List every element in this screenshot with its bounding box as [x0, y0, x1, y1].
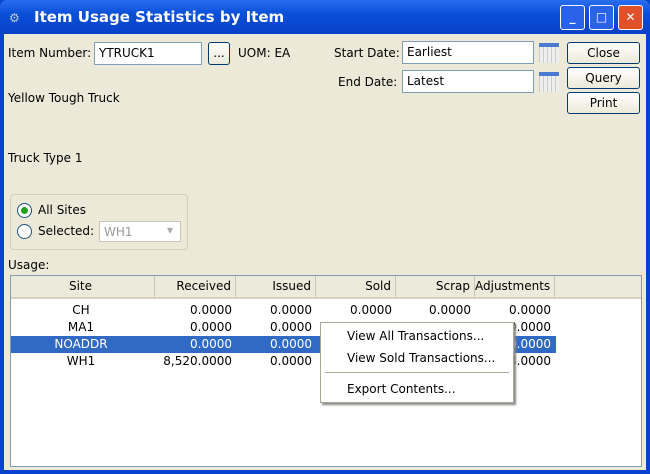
menu-separator: [325, 372, 509, 373]
dialog-body: Item Number: YTRUCK1 ... UOM: EA Start D…: [4, 34, 646, 470]
query-button[interactable]: Query: [567, 67, 640, 89]
site-selection-group: All Sites Selected: WH1 ▾: [10, 194, 188, 250]
table-cell: 0.0000: [270, 354, 312, 368]
table-cell: 0.0000: [270, 303, 312, 317]
column-header[interactable]: Sold: [316, 276, 396, 297]
all-sites-label: All Sites: [38, 203, 86, 217]
minimize-button[interactable]: _: [560, 5, 585, 30]
item-description-2: Truck Type 1: [8, 151, 83, 165]
table-cell: NOADDR: [54, 337, 108, 351]
selected-site-label: Selected:: [38, 224, 95, 238]
table-cell: 0.0000: [429, 303, 471, 317]
table-cell: 0.0000: [190, 320, 232, 334]
close-window-button[interactable]: ✕: [618, 5, 643, 30]
menu-item-view-all-transactions[interactable]: View All Transactions...: [347, 326, 484, 346]
start-date-input[interactable]: Earliest: [402, 41, 534, 64]
print-button[interactable]: Print: [567, 92, 640, 114]
table-row[interactable]: CH 0.0000 0.0000 0.0000 0.0000 0.0000: [11, 302, 556, 319]
maximize-button[interactable]: □: [589, 5, 614, 30]
item-description-1: Yellow Tough Truck: [8, 91, 120, 105]
usage-label: Usage:: [8, 258, 50, 272]
menu-item-view-sold-transactions[interactable]: View Sold Transactions...: [347, 348, 495, 368]
end-date-input[interactable]: Latest: [402, 70, 534, 93]
item-number-label: Item Number:: [8, 46, 92, 60]
column-header[interactable]: Site: [11, 276, 155, 297]
table-cell: 0.0000: [190, 337, 232, 351]
context-menu: View All Transactions... View Sold Trans…: [320, 322, 514, 403]
app-icon: ⚙: [9, 11, 20, 25]
title-bar[interactable]: ⚙ Item Usage Statistics by Item _ □ ✕: [0, 0, 650, 34]
column-header[interactable]: Issued: [236, 276, 316, 297]
table-cell: 0.0000: [350, 303, 392, 317]
table-cell: 0.0000: [509, 303, 551, 317]
table-cell: 0.0000: [270, 320, 312, 334]
window-title: Item Usage Statistics by Item: [34, 8, 285, 26]
uom-label: UOM: EA: [238, 46, 291, 60]
item-lookup-button[interactable]: ...: [208, 42, 230, 65]
table-header: Site Received Issued Sold Scrap Adjustme…: [11, 276, 641, 299]
calendar-icon[interactable]: [539, 72, 559, 92]
close-button[interactable]: Close: [567, 42, 640, 64]
calendar-icon[interactable]: [539, 43, 559, 63]
column-header[interactable]: Adjustments: [475, 276, 555, 297]
column-header[interactable]: Scrap: [396, 276, 475, 297]
selected-site-radio[interactable]: [17, 224, 32, 239]
table-cell: 0.0000: [190, 303, 232, 317]
table-cell: 8,520.0000: [163, 354, 232, 368]
start-date-label: Start Date:: [334, 46, 400, 60]
menu-item-export-contents[interactable]: Export Contents...: [347, 379, 456, 399]
item-number-input[interactable]: YTRUCK1: [94, 42, 202, 65]
column-header[interactable]: Received: [155, 276, 236, 297]
table-cell: CH: [72, 303, 90, 317]
table-cell: 0.0000: [270, 337, 312, 351]
end-date-label: End Date:: [338, 75, 398, 89]
all-sites-radio[interactable]: [17, 203, 32, 218]
table-cell: MA1: [67, 320, 95, 334]
chevron-down-icon: ▾: [167, 223, 174, 237]
table-cell: WH1: [66, 354, 96, 368]
